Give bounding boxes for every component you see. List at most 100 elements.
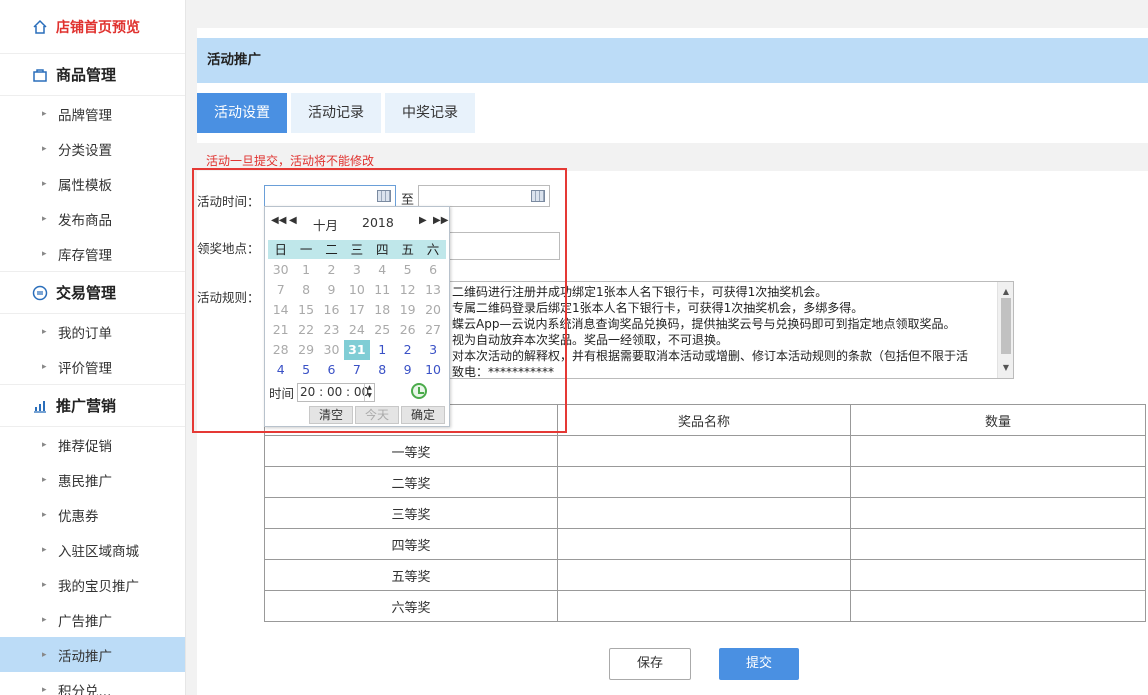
table-row: 五等奖 (264, 559, 1146, 591)
tab-activity-settings[interactable]: 活动设置 (197, 93, 287, 133)
save-button[interactable]: 保存 (609, 648, 691, 680)
day-cell[interactable]: 9 (319, 280, 344, 300)
sidebar-item-huimin[interactable]: ▸ 惠民推广 (0, 462, 185, 497)
day-cell[interactable]: 23 (319, 320, 344, 340)
sidebar-item-orders[interactable]: ▸ 我的订单 (0, 314, 185, 349)
prize-name-cell[interactable] (557, 466, 851, 498)
prize-name-cell[interactable] (557, 590, 851, 622)
clear-button[interactable]: 清空 (309, 406, 353, 424)
day-cell[interactable]: 2 (395, 340, 420, 360)
sidebar-item-recommend[interactable]: ▸ 推荐促销 (0, 427, 185, 462)
sidebar-item-coupon[interactable]: ▸ 优惠券 (0, 497, 185, 532)
sidebar-item-publish[interactable]: ▸ 发布商品 (0, 201, 185, 236)
sidebar-item-my-promo[interactable]: ▸ 我的宝贝推广 (0, 567, 185, 602)
rules-scrollbar[interactable]: ▲ ▼ (997, 282, 1013, 378)
day-cell[interactable]: 17 (344, 300, 369, 320)
prize-quantity-cell[interactable] (850, 497, 1146, 529)
day-cell[interactable]: 30 (268, 260, 293, 280)
day-cell[interactable]: 25 (370, 320, 395, 340)
day-cell[interactable]: 28 (268, 340, 293, 360)
day-cell[interactable]: 31 (344, 340, 370, 360)
day-cell[interactable]: 13 (420, 280, 445, 300)
date-picker-year[interactable]: 2018 (362, 215, 394, 230)
day-cell[interactable]: 6 (420, 260, 445, 280)
day-cell[interactable]: 6 (319, 360, 344, 380)
sidebar-group-trade[interactable]: 交易管理 (0, 272, 185, 314)
day-cell[interactable]: 1 (293, 260, 318, 280)
caret-right-icon: ▸ (42, 684, 47, 695)
day-cell[interactable]: 15 (293, 300, 318, 320)
day-cell[interactable]: 2 (319, 260, 344, 280)
sidebar-item-ads[interactable]: ▸ 广告推广 (0, 602, 185, 637)
prize-quantity-cell[interactable] (850, 590, 1146, 622)
calendar-icon[interactable] (377, 190, 391, 202)
sidebar-item-attr-template[interactable]: ▸ 属性模板 (0, 166, 185, 201)
day-cell[interactable]: 27 (420, 320, 445, 340)
sidebar-item-activity[interactable]: ▸ 活动推广 (0, 637, 185, 672)
tab-activity-records[interactable]: 活动记录 (291, 93, 381, 133)
sidebar-item-points[interactable]: ▸ 积分兑... (0, 672, 185, 695)
prize-name-cell[interactable] (557, 528, 851, 560)
sidebar-group-goods[interactable]: 商品管理 (0, 54, 185, 96)
time-input[interactable]: 20 : 00 : 00 ▲ ▼ (297, 383, 376, 402)
prize-name-cell[interactable] (557, 559, 851, 591)
prev-year-icon[interactable]: ◀◀ (271, 215, 286, 226)
prize-quantity-cell[interactable] (850, 528, 1146, 560)
day-cell[interactable]: 4 (370, 260, 395, 280)
day-cell[interactable]: 9 (395, 360, 420, 380)
scroll-down-icon[interactable]: ▼ (998, 360, 1013, 376)
day-cell[interactable]: 8 (370, 360, 395, 380)
sidebar-item-category[interactable]: ▸ 分类设置 (0, 131, 185, 166)
day-cell[interactable]: 3 (420, 340, 445, 360)
day-cell[interactable]: 18 (370, 300, 395, 320)
prev-month-icon[interactable]: ◀ (289, 215, 297, 226)
prize-quantity-cell[interactable] (850, 466, 1146, 498)
prize-quantity-cell[interactable] (850, 435, 1146, 467)
calendar-icon[interactable] (531, 190, 545, 202)
day-cell[interactable]: 10 (344, 280, 369, 300)
day-cell[interactable]: 29 (293, 340, 318, 360)
day-cell[interactable]: 1 (370, 340, 395, 360)
day-cell[interactable]: 26 (395, 320, 420, 340)
ok-button[interactable]: 确定 (401, 406, 445, 424)
day-cell[interactable]: 20 (420, 300, 445, 320)
date-picker-month[interactable]: 十月 (313, 215, 338, 234)
today-button[interactable]: 今天 (355, 406, 399, 424)
tab-winning-records[interactable]: 中奖记录 (385, 93, 475, 133)
day-cell[interactable]: 11 (370, 280, 395, 300)
day-cell[interactable]: 16 (319, 300, 344, 320)
scroll-thumb[interactable] (1001, 298, 1011, 354)
clock-icon[interactable] (411, 383, 427, 399)
day-cell[interactable]: 5 (293, 360, 318, 380)
sidebar-item-region-mall[interactable]: ▸ 入驻区域商城 (0, 532, 185, 567)
day-cell[interactable]: 10 (420, 360, 445, 380)
prize-quantity-cell[interactable] (850, 559, 1146, 591)
end-date-input[interactable] (418, 185, 550, 207)
prize-name-cell[interactable] (557, 435, 851, 467)
next-month-icon[interactable]: ▶ (419, 215, 427, 226)
time-spinner-icon[interactable]: ▲ ▼ (364, 384, 374, 401)
day-cell[interactable]: 14 (268, 300, 293, 320)
day-cell[interactable]: 19 (395, 300, 420, 320)
day-cell[interactable]: 12 (395, 280, 420, 300)
day-cell[interactable]: 22 (293, 320, 318, 340)
sidebar-item-brand[interactable]: ▸ 品牌管理 (0, 96, 185, 131)
day-cell[interactable]: 30 (319, 340, 344, 360)
submit-button[interactable]: 提交 (719, 648, 799, 680)
day-cell[interactable]: 4 (268, 360, 293, 380)
sidebar-item-reviews[interactable]: ▸ 评价管理 (0, 349, 185, 384)
day-cell[interactable]: 8 (293, 280, 318, 300)
sidebar-group-marketing[interactable]: 推广营销 (0, 385, 185, 427)
sidebar-item-stock[interactable]: ▸ 库存管理 (0, 236, 185, 271)
sidebar-home[interactable]: 店铺首页预览 (0, 0, 185, 54)
day-cell[interactable]: 24 (344, 320, 369, 340)
day-cell[interactable]: 21 (268, 320, 293, 340)
day-cell[interactable]: 7 (268, 280, 293, 300)
prize-name-cell[interactable] (557, 497, 851, 529)
next-year-icon[interactable]: ▶▶ (433, 215, 448, 226)
sidebar-item-label: 品牌管理 (58, 107, 112, 124)
day-cell[interactable]: 5 (395, 260, 420, 280)
day-cell[interactable]: 7 (344, 360, 369, 380)
start-date-input[interactable] (264, 185, 396, 207)
day-cell[interactable]: 3 (344, 260, 369, 280)
